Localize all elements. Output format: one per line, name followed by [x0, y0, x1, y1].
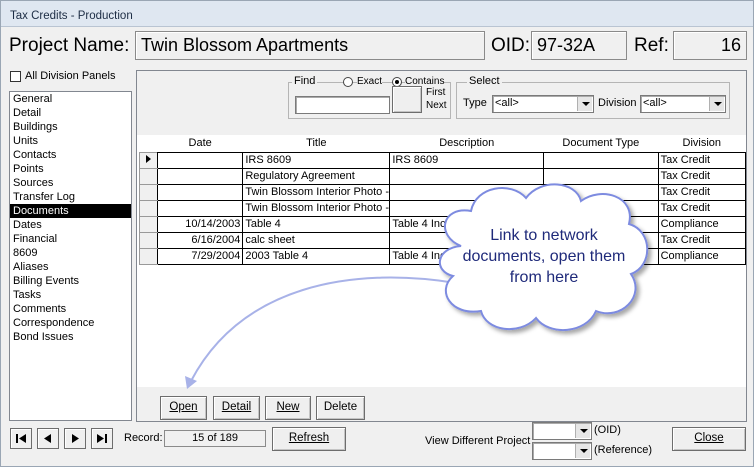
chevron-down-icon[interactable]	[575, 444, 590, 458]
first-record-button[interactable]	[10, 428, 32, 449]
last-record-button[interactable]	[91, 428, 113, 449]
reference-hint: (Reference)	[594, 444, 653, 456]
previous-record-icon	[44, 434, 51, 443]
oid-hint: (OID)	[594, 424, 621, 436]
refresh-button-label: Refresh	[288, 432, 330, 444]
next-record-button[interactable]	[64, 428, 86, 449]
last-record-icon	[97, 434, 107, 443]
view-project-label: View Different Project	[425, 435, 531, 447]
main-window: Tax Credits - Production Project Name: T…	[0, 0, 754, 467]
refresh-button[interactable]: Refresh	[272, 427, 346, 451]
first-record-icon	[16, 434, 26, 443]
previous-record-button[interactable]	[37, 428, 59, 449]
record-label: Record:	[124, 432, 163, 444]
view-project-reference-select[interactable]	[532, 442, 592, 460]
next-record-icon	[72, 434, 79, 443]
close-button[interactable]: Close	[672, 427, 746, 451]
view-project-oid-select[interactable]	[532, 422, 592, 440]
record-indicator: 15 of 189	[164, 430, 266, 447]
close-button-label: Close	[694, 432, 724, 444]
chevron-down-icon[interactable]	[575, 424, 590, 438]
callout-text: Link to network documents, open them fro…	[462, 227, 626, 286]
